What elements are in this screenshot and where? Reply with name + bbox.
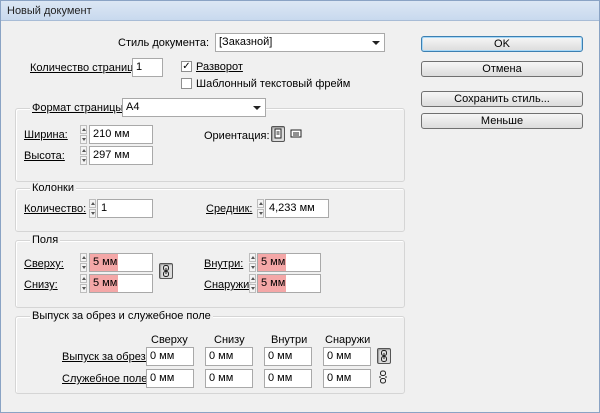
master-text-frame-checkbox[interactable] — [181, 78, 192, 89]
facing-pages-label: Разворот — [196, 61, 243, 73]
landscape-orientation-button[interactable] — [289, 126, 303, 142]
margin-bottom-stepper[interactable] — [80, 274, 87, 293]
cancel-button[interactable]: Отмена — [421, 61, 583, 77]
bleed-top-input[interactable]: 0 мм — [146, 347, 194, 366]
margin-inside-input[interactable]: 5 мм — [257, 253, 321, 272]
page-format-group — [15, 108, 405, 182]
chevron-down-icon — [372, 41, 380, 45]
save-style-button[interactable]: Сохранить стиль... — [421, 91, 583, 107]
bleed-outside-input[interactable]: 0 мм — [323, 347, 371, 366]
chain-link-icon — [381, 350, 387, 362]
slug-label: Служебное поле: — [62, 373, 151, 385]
checkmark-icon: ✓ — [182, 61, 191, 72]
width-label: Ширина: — [24, 129, 68, 141]
margins-group — [15, 240, 405, 308]
landscape-icon — [290, 129, 302, 138]
portrait-orientation-button[interactable] — [271, 126, 285, 142]
columns-count-label: Количество: — [24, 203, 87, 215]
link-margins-button[interactable] — [159, 263, 173, 279]
gutter-stepper[interactable] — [257, 199, 264, 218]
slug-top-input[interactable]: 0 мм — [146, 369, 194, 388]
margin-bottom-label: Снизу: — [24, 279, 58, 291]
bleed-header-top: Сверху — [151, 334, 188, 346]
bleed-inside-input[interactable]: 0 мм — [264, 347, 312, 366]
chevron-down-icon — [253, 106, 261, 110]
slug-inside-input[interactable]: 0 мм — [264, 369, 312, 388]
margin-outside-stepper[interactable] — [249, 274, 256, 293]
link-slug-button[interactable] — [377, 370, 391, 386]
margin-outside-label: Снаружи: — [204, 279, 253, 291]
pages-label: Количество страниц: — [30, 62, 137, 74]
height-stepper[interactable] — [80, 146, 87, 165]
margins-title: Поля — [30, 234, 61, 247]
broken-chain-icon — [379, 370, 387, 384]
margin-top-stepper[interactable] — [80, 253, 87, 272]
doc-style-select[interactable]: [Заказной] — [215, 33, 385, 52]
margin-top-label: Сверху: — [24, 258, 64, 270]
width-input[interactable]: 210 мм — [89, 125, 153, 144]
margin-top-input[interactable]: 5 мм — [89, 253, 153, 272]
slug-bottom-input[interactable]: 0 мм — [205, 369, 253, 388]
bleed-label: Выпуск за обрез: — [62, 351, 149, 363]
window-title: Новый документ — [7, 5, 92, 17]
page-format-label: Формат страницы: — [30, 102, 129, 115]
bleed-header-outside: Снаружи — [325, 334, 371, 346]
orientation-label: Ориентация: — [204, 130, 270, 142]
margin-inside-label: Внутри: — [204, 258, 244, 270]
columns-count-input[interactable]: 1 — [97, 199, 153, 218]
height-input[interactable]: 297 мм — [89, 146, 153, 165]
slug-outside-input[interactable]: 0 мм — [323, 369, 371, 388]
bleed-bottom-input[interactable]: 0 мм — [205, 347, 253, 366]
title-bar: Новый документ — [1, 1, 599, 21]
width-stepper[interactable] — [80, 125, 87, 144]
bleed-slug-title: Выпуск за обрез и служебное поле — [30, 310, 213, 323]
doc-style-label: Стиль документа: — [118, 37, 210, 49]
height-label: Высота: — [24, 150, 65, 162]
margin-bottom-input[interactable]: 5 мм — [89, 274, 153, 293]
margin-inside-stepper[interactable] — [249, 253, 256, 272]
page-format-select[interactable]: A4 — [122, 98, 266, 117]
columns-title: Колонки — [30, 182, 76, 195]
less-button[interactable]: Меньше — [421, 113, 583, 129]
ok-button[interactable]: OK — [421, 36, 583, 52]
bleed-header-bottom: Снизу — [214, 334, 245, 346]
pages-input[interactable]: 1 — [132, 58, 163, 77]
bleed-header-inside: Внутри — [271, 334, 308, 346]
columns-count-stepper[interactable] — [89, 199, 96, 218]
master-text-frame-label: Шаблонный текстовый фрейм — [196, 78, 351, 90]
new-document-dialog: Новый документ Стиль документа: [Заказно… — [0, 0, 600, 413]
portrait-icon — [274, 128, 282, 139]
gutter-input[interactable]: 4,233 мм — [265, 199, 329, 218]
doc-style-value: [Заказной] — [219, 36, 273, 48]
link-bleed-button[interactable] — [377, 348, 391, 364]
gutter-label: Средник: — [206, 203, 253, 215]
margin-outside-input[interactable]: 5 мм — [257, 274, 321, 293]
chain-link-icon — [163, 265, 169, 277]
facing-pages-checkbox[interactable]: ✓ — [181, 61, 192, 72]
page-format-value: A4 — [126, 101, 140, 113]
dialog-body: Стиль документа: [Заказной] Количество с… — [1, 22, 599, 412]
